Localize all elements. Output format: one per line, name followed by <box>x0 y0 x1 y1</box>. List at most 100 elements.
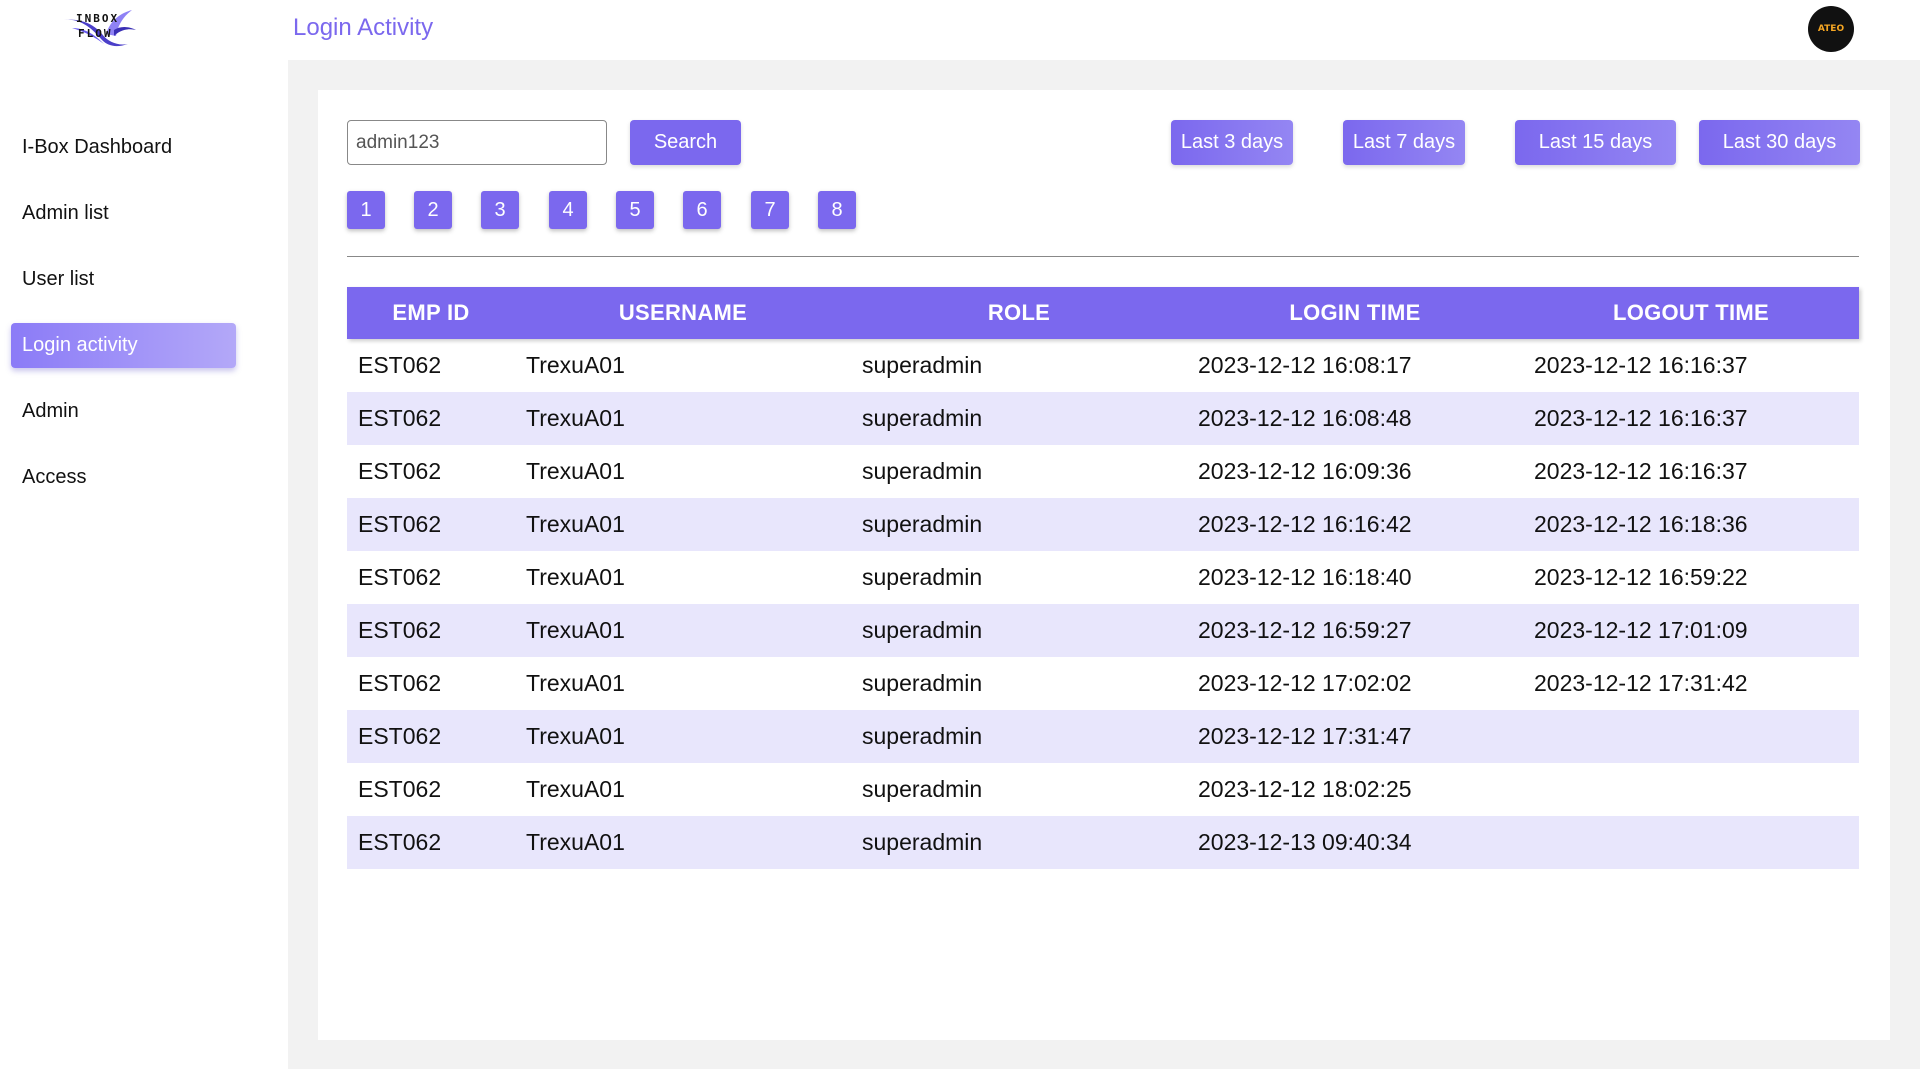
sidebar: INBOX FLOW I-Box Dashboard Admin list Us… <box>0 0 288 1069</box>
cell-emp-id: EST062 <box>358 776 442 802</box>
login-activity-table: EMP ID USERNAME ROLE LOGIN TIME LOGOUT T… <box>347 287 1859 869</box>
column-header-login-time[interactable]: LOGIN TIME <box>1187 287 1523 339</box>
table-header: EMP ID USERNAME ROLE LOGIN TIME LOGOUT T… <box>347 287 1859 339</box>
page-button-8[interactable]: 8 <box>818 191 856 229</box>
cell-role: superadmin <box>862 723 983 749</box>
table-row: EST062 TrexuA01 superadmin 2023-12-12 16… <box>347 445 1859 498</box>
search-button[interactable]: Search <box>630 120 741 165</box>
cell-username: TrexuA01 <box>526 776 625 802</box>
logo-line2: FLOW <box>78 27 113 40</box>
last-7-days-button[interactable]: Last 7 days <box>1343 120 1465 165</box>
cell-logout-time: 2023-12-12 16:59:22 <box>1534 564 1748 590</box>
table-row: EST062 TrexuA01 superadmin 2023-12-12 16… <box>347 339 1859 392</box>
sidebar-item-admin-list[interactable]: Admin list <box>11 191 236 236</box>
last-30-days-button[interactable]: Last 30 days <box>1699 120 1860 165</box>
page-button-2[interactable]: 2 <box>414 191 452 229</box>
login-activity-card: Search Last 3 days Last 7 days Last 15 d… <box>318 90 1890 1040</box>
cell-username: TrexuA01 <box>526 405 625 431</box>
table-row: EST062 TrexuA01 superadmin 2023-12-12 16… <box>347 604 1859 657</box>
cell-logout-time <box>1523 816 1859 869</box>
cell-role: superadmin <box>862 352 983 378</box>
cell-login-time: 2023-12-12 16:09:36 <box>1198 458 1412 484</box>
cell-emp-id: EST062 <box>358 352 442 378</box>
cell-role: superadmin <box>862 617 983 643</box>
cell-logout-time: 2023-12-12 16:16:37 <box>1534 405 1748 431</box>
cell-logout-time <box>1523 763 1859 816</box>
cell-login-time: 2023-12-12 17:31:47 <box>1198 723 1412 749</box>
cell-login-time: 2023-12-12 16:18:40 <box>1198 564 1412 590</box>
column-header-emp-id[interactable]: EMP ID <box>347 287 515 339</box>
avatar-logo-text: ATEO <box>1817 23 1845 34</box>
cell-logout-time: 2023-12-12 16:16:37 <box>1534 458 1748 484</box>
last-3-days-button[interactable]: Last 3 days <box>1171 120 1293 165</box>
cell-role: superadmin <box>862 511 983 537</box>
page-button-4[interactable]: 4 <box>549 191 587 229</box>
sidebar-item-user-list[interactable]: User list <box>11 257 236 302</box>
cell-emp-id: EST062 <box>358 617 442 643</box>
sidebar-item-ibox-dashboard[interactable]: I-Box Dashboard <box>11 125 236 170</box>
cell-logout-time: 2023-12-12 16:16:37 <box>1534 352 1748 378</box>
cell-username: TrexuA01 <box>526 564 625 590</box>
last-15-days-button[interactable]: Last 15 days <box>1515 120 1676 165</box>
cell-emp-id: EST062 <box>358 458 442 484</box>
cell-username: TrexuA01 <box>526 670 625 696</box>
column-header-username[interactable]: USERNAME <box>515 287 851 339</box>
cell-username: TrexuA01 <box>526 511 625 537</box>
cell-emp-id: EST062 <box>358 511 442 537</box>
cell-logout-time: 2023-12-12 17:01:09 <box>1534 617 1748 643</box>
cell-role: superadmin <box>862 829 983 855</box>
table-row: EST062 TrexuA01 superadmin 2023-12-12 18… <box>347 763 1859 816</box>
sidebar-item-access[interactable]: Access <box>11 455 236 500</box>
cell-emp-id: EST062 <box>358 829 442 855</box>
table-row: EST062 TrexuA01 superadmin 2023-12-13 09… <box>347 816 1859 869</box>
divider <box>347 256 1859 257</box>
logo-wordmark: INBOX FLOW <box>76 11 119 41</box>
cell-login-time: 2023-12-13 09:40:34 <box>1198 829 1412 855</box>
cell-emp-id: EST062 <box>358 405 442 431</box>
table-row: EST062 TrexuA01 superadmin 2023-12-12 16… <box>347 551 1859 604</box>
logo-line1: INBOX <box>76 12 120 25</box>
cell-login-time: 2023-12-12 16:59:27 <box>1198 617 1412 643</box>
avatar[interactable]: ATEO <box>1808 6 1854 52</box>
search-input[interactable] <box>347 120 607 165</box>
cell-role: superadmin <box>862 564 983 590</box>
cell-logout-time: 2023-12-12 17:31:42 <box>1534 670 1748 696</box>
table-row: EST062 TrexuA01 superadmin 2023-12-12 16… <box>347 498 1859 551</box>
cell-logout-time <box>1523 710 1859 763</box>
sidebar-item-admin[interactable]: Admin <box>11 389 236 434</box>
cell-logout-time: 2023-12-12 16:18:36 <box>1534 511 1748 537</box>
page-button-1[interactable]: 1 <box>347 191 385 229</box>
sidebar-item-login-activity[interactable]: Login activity <box>11 323 236 368</box>
cell-username: TrexuA01 <box>526 617 625 643</box>
cell-role: superadmin <box>862 405 983 431</box>
cell-username: TrexuA01 <box>526 723 625 749</box>
table-row: EST062 TrexuA01 superadmin 2023-12-12 17… <box>347 710 1859 763</box>
cell-login-time: 2023-12-12 16:08:17 <box>1198 352 1412 378</box>
page-button-5[interactable]: 5 <box>616 191 654 229</box>
cell-username: TrexuA01 <box>526 352 625 378</box>
table-body: EST062 TrexuA01 superadmin 2023-12-12 16… <box>347 339 1859 869</box>
page-title: Login Activity <box>293 14 434 41</box>
cell-role: superadmin <box>862 458 983 484</box>
column-header-logout-time[interactable]: LOGOUT TIME <box>1523 287 1859 339</box>
cell-role: superadmin <box>862 670 983 696</box>
cell-username: TrexuA01 <box>526 829 625 855</box>
sidebar-nav: I-Box Dashboard Admin list User list Log… <box>11 125 236 521</box>
cell-login-time: 2023-12-12 18:02:25 <box>1198 776 1412 802</box>
header: Login Activity ATEO <box>288 0 1920 60</box>
column-header-role[interactable]: ROLE <box>851 287 1187 339</box>
page-button-3[interactable]: 3 <box>481 191 519 229</box>
cell-login-time: 2023-12-12 17:02:02 <box>1198 670 1412 696</box>
page-button-7[interactable]: 7 <box>751 191 789 229</box>
table-row: EST062 TrexuA01 superadmin 2023-12-12 17… <box>347 657 1859 710</box>
table-header-row: EMP ID USERNAME ROLE LOGIN TIME LOGOUT T… <box>347 287 1859 339</box>
cell-emp-id: EST062 <box>358 723 442 749</box>
cell-emp-id: EST062 <box>358 564 442 590</box>
page-button-6[interactable]: 6 <box>683 191 721 229</box>
cell-role: superadmin <box>862 776 983 802</box>
cell-username: TrexuA01 <box>526 458 625 484</box>
cell-emp-id: EST062 <box>358 670 442 696</box>
table-row: EST062 TrexuA01 superadmin 2023-12-12 16… <box>347 392 1859 445</box>
cell-login-time: 2023-12-12 16:16:42 <box>1198 511 1412 537</box>
cell-login-time: 2023-12-12 16:08:48 <box>1198 405 1412 431</box>
